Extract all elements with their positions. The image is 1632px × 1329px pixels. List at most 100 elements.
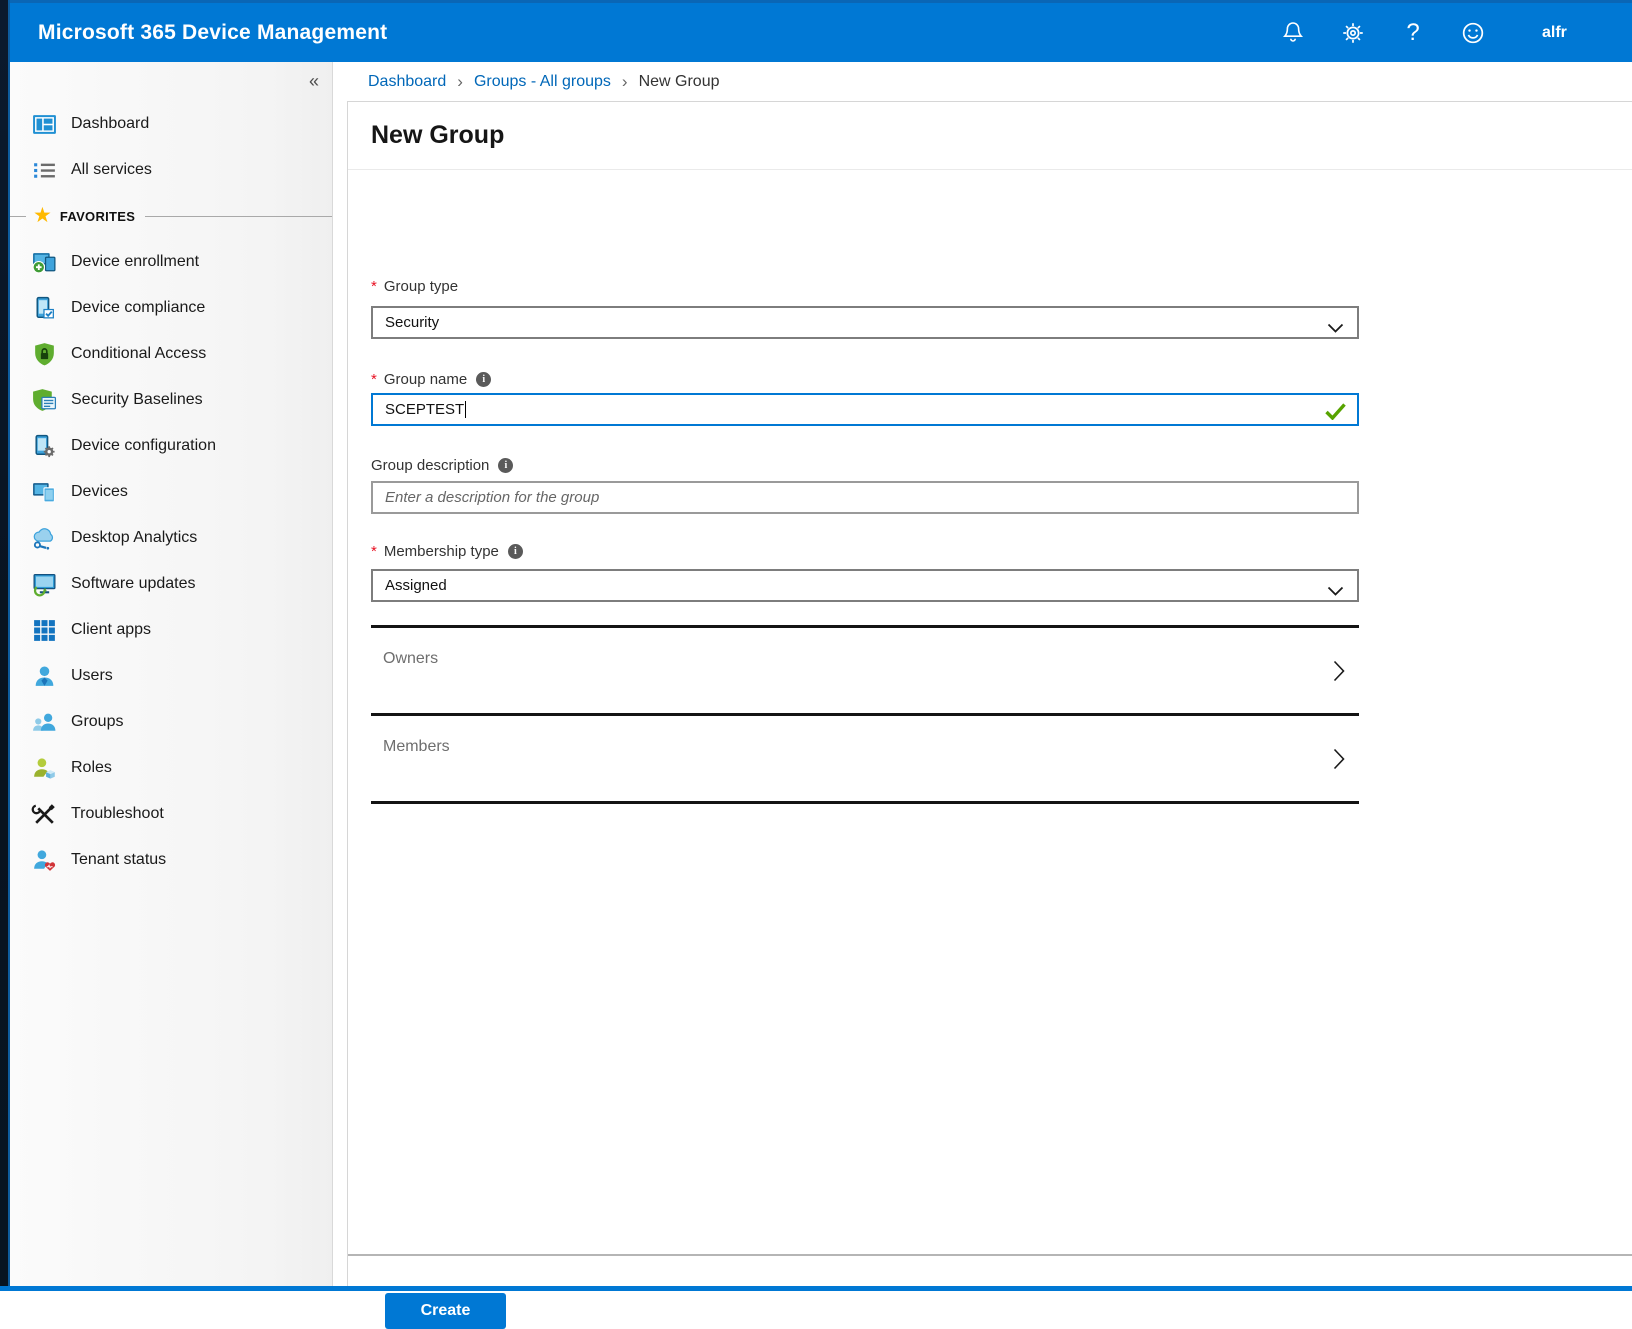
sidebar-item-label: Conditional Access	[71, 345, 206, 363]
sidebar-item-device-compliance[interactable]: Device compliance	[10, 285, 332, 331]
group-type-select[interactable]: Security	[371, 306, 1359, 339]
sidebar-item-label: Tenant status	[71, 851, 166, 869]
security-baselines-icon	[31, 387, 58, 414]
chevron-down-icon	[1327, 583, 1344, 600]
sidebar-item-label: Device enrollment	[71, 253, 199, 271]
owners-row[interactable]: Owners	[371, 625, 1359, 713]
all-services-icon	[31, 157, 58, 184]
required-marker: *	[371, 371, 377, 388]
device-enrollment-icon	[31, 249, 58, 276]
sidebar-item-label: Client apps	[71, 621, 151, 639]
text-caret	[465, 401, 466, 418]
blade-footer-divider	[348, 1254, 1632, 1256]
chevron-down-icon	[1327, 320, 1344, 337]
smiley-icon[interactable]	[1460, 20, 1486, 46]
group-description-input[interactable]: Enter a description for the group	[371, 481, 1359, 514]
sidebar-item-roles[interactable]: Roles	[10, 745, 332, 791]
chevron-right-icon	[1333, 748, 1345, 775]
sidebar-favorites-header: ★ FAVORITES	[10, 193, 332, 239]
members-label: Members	[383, 738, 450, 756]
info-icon[interactable]: i	[476, 372, 491, 387]
sidebar-item-label: Desktop Analytics	[71, 529, 197, 547]
sidebar-item-label: All services	[71, 161, 152, 179]
sidebar-item-all-services[interactable]: All services	[10, 147, 332, 193]
sidebar-item-label: Roles	[71, 759, 112, 777]
device-compliance-icon	[31, 295, 58, 322]
new-group-blade: New Group * Group type Security * Group …	[347, 101, 1632, 1291]
help-icon[interactable]: ?	[1400, 20, 1426, 46]
sidebar-item-label: Troubleshoot	[71, 805, 164, 823]
sidebar-item-tenant-status[interactable]: Tenant status	[10, 837, 332, 883]
membership-type-select[interactable]: Assigned	[371, 569, 1359, 602]
sidebar-item-client-apps[interactable]: Client apps	[10, 607, 332, 653]
software-updates-icon	[31, 571, 58, 598]
sidebar-nav: Dashboard All services ★ FAVORITES Devic…	[10, 101, 332, 883]
info-icon[interactable]: i	[508, 544, 523, 559]
group-type-label: * Group type	[371, 278, 458, 295]
membership-type-label: * Membership type i	[371, 543, 523, 560]
page-title: New Group	[371, 121, 504, 150]
bottom-accent-bar	[0, 1286, 1632, 1291]
favorites-label: FAVORITES	[60, 209, 135, 224]
info-icon[interactable]: i	[498, 458, 513, 473]
favorites-star-icon: ★	[33, 203, 52, 228]
sidebar-item-groups[interactable]: Groups	[10, 699, 332, 745]
dashboard-icon	[31, 111, 58, 138]
group-name-input[interactable]: SCEPTEST	[371, 393, 1359, 426]
create-button[interactable]: Create	[385, 1293, 506, 1329]
sidebar-item-software-updates[interactable]: Software updates	[10, 561, 332, 607]
roles-icon	[31, 755, 58, 782]
sidebar-item-devices[interactable]: Devices	[10, 469, 332, 515]
breadcrumb-dashboard[interactable]: Dashboard	[368, 73, 446, 91]
users-icon	[31, 663, 58, 690]
gear-icon[interactable]	[1340, 20, 1366, 46]
account-name[interactable]: alfr	[1542, 24, 1632, 42]
topbar-actions: ? alfr	[1280, 20, 1632, 46]
bell-icon[interactable]	[1280, 20, 1306, 46]
sidebar-collapse-button[interactable]: «	[309, 71, 319, 92]
sidebar-item-label: Devices	[71, 483, 128, 501]
breadcrumb-separator: ›	[457, 72, 463, 92]
sidebar-item-label: Users	[71, 667, 113, 685]
sidebar-item-label: Software updates	[71, 575, 196, 593]
group-name-label: * Group name i	[371, 371, 491, 388]
sidebar-item-label: Device configuration	[71, 437, 216, 455]
sidebar-item-troubleshoot[interactable]: Troubleshoot	[10, 791, 332, 837]
chevron-right-icon	[1333, 660, 1345, 687]
sidebar-item-device-configuration[interactable]: Device configuration	[10, 423, 332, 469]
members-row[interactable]: Members	[371, 713, 1359, 801]
tenant-status-icon	[31, 847, 58, 874]
blade-header: New Group	[348, 102, 1632, 170]
troubleshoot-icon	[31, 801, 58, 828]
group-type-value: Security	[385, 314, 439, 331]
sidebar: « Dashboard All services ★ FAVORITES Dev…	[10, 62, 333, 1291]
valid-check-icon	[1325, 403, 1346, 424]
sidebar-item-desktop-analytics[interactable]: Desktop Analytics	[10, 515, 332, 561]
group-description-label: Group description i	[371, 457, 513, 474]
owners-label: Owners	[383, 650, 438, 668]
sidebar-item-label: Device compliance	[71, 299, 205, 317]
portal-left-edge	[0, 0, 10, 1291]
breadcrumb-separator: ›	[622, 72, 628, 92]
sidebar-item-label: Dashboard	[71, 115, 149, 133]
devices-icon	[31, 479, 58, 506]
group-description-placeholder: Enter a description for the group	[385, 489, 599, 506]
group-name-value: SCEPTEST	[385, 401, 464, 418]
breadcrumb: Dashboard › Groups - All groups › New Gr…	[334, 62, 1632, 101]
app-title: Microsoft 365 Device Management	[38, 21, 387, 45]
breadcrumb-groups-all-groups[interactable]: Groups - All groups	[474, 73, 611, 91]
desktop-analytics-icon	[31, 525, 58, 552]
main-content: Dashboard › Groups - All groups › New Gr…	[334, 62, 1632, 1291]
sidebar-item-users[interactable]: Users	[10, 653, 332, 699]
required-marker: *	[371, 543, 377, 560]
sidebar-item-security-baselines[interactable]: Security Baselines	[10, 377, 332, 423]
breadcrumb-current: New Group	[639, 73, 720, 91]
conditional-access-icon	[31, 341, 58, 368]
device-configuration-icon	[31, 433, 58, 460]
sidebar-item-conditional-access[interactable]: Conditional Access	[10, 331, 332, 377]
membership-type-value: Assigned	[385, 577, 447, 594]
sidebar-item-dashboard[interactable]: Dashboard	[10, 101, 332, 147]
required-marker: *	[371, 278, 377, 295]
sidebar-item-label: Groups	[71, 713, 123, 731]
sidebar-item-device-enrollment[interactable]: Device enrollment	[10, 239, 332, 285]
